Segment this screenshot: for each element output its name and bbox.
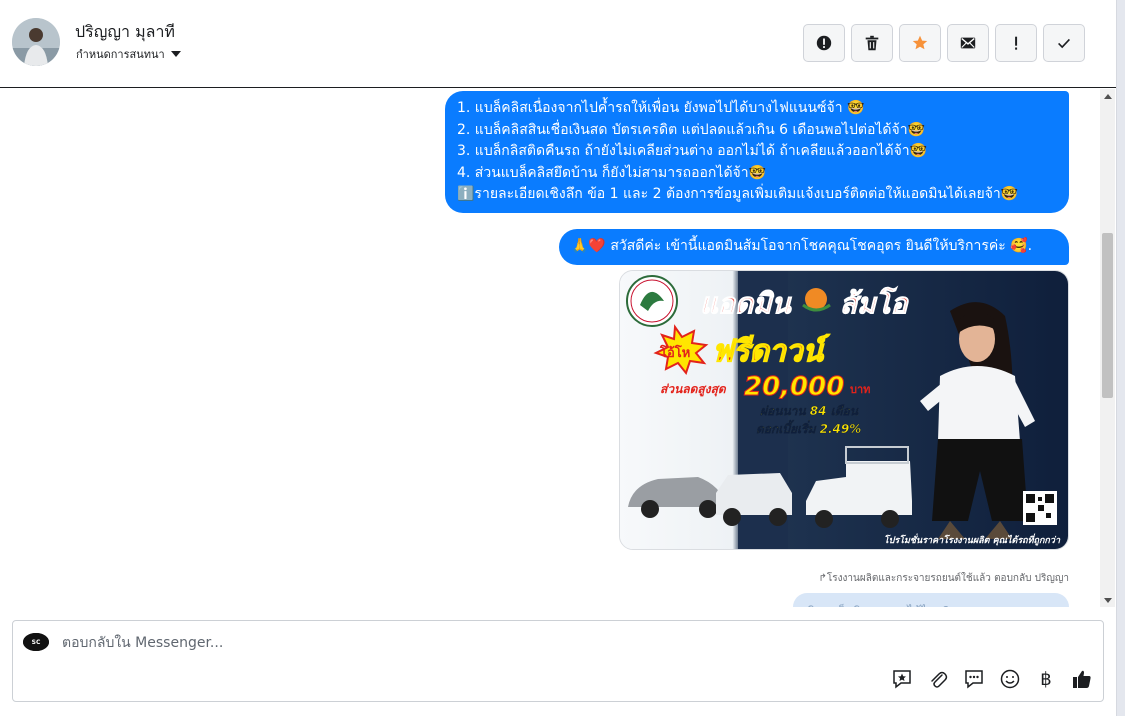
payment-button[interactable]: ฿ (1035, 668, 1057, 690)
promo-discount-label: ส่วนลดสูงสุด (660, 382, 727, 397)
envelope-icon (960, 37, 976, 49)
conversation-status-label: กำหนดการสนทนา (76, 48, 165, 61)
smiley-icon (1000, 669, 1020, 689)
promo-badge-text: โอ้โห (659, 344, 690, 361)
promo-name: ส้มโอ (840, 286, 910, 320)
thumbs-up-icon (1073, 670, 1091, 688)
message-bubble-greeting[interactable]: 🙏❤️ สวัสดีค่ะ เข้านี้แอดมินส้มโอจากโชคคุ… (559, 229, 1069, 265)
contact-name[interactable]: ปริญญา มุลาที (75, 20, 175, 45)
star-chat-icon (893, 670, 911, 689)
message-line: 2. แบล็คลิสสินเชื่อเงินสด บัตรเครดิต แต่… (457, 121, 926, 138)
alert-circle-icon (816, 35, 832, 51)
quick-replies-button[interactable] (963, 668, 985, 690)
like-button[interactable] (1071, 668, 1093, 690)
attach-button[interactable] (927, 668, 949, 690)
saved-replies-button[interactable] (891, 668, 913, 690)
report-button[interactable] (803, 24, 845, 62)
caret-down-icon (170, 51, 181, 57)
reply-input[interactable] (62, 633, 762, 653)
exclamation-icon (1015, 36, 1018, 50)
promo-installment: ผ่อนนาน 84 เดือน (760, 404, 859, 418)
star-button[interactable] (899, 24, 941, 62)
promo-headline: แอดมิน (700, 287, 793, 320)
messenger-conversation: ปริญญา มุลาที กำหนดการสนทนา 1. แบล็คลิสเ… (0, 0, 1125, 716)
dealer-logo (626, 275, 678, 327)
header-actions (803, 24, 1085, 62)
qr-code-icon (1023, 491, 1057, 525)
star-icon (912, 35, 928, 50)
message-line: ℹ️รายละเอียดเชิงลึก ข้อ 1 และ 2 ต้องการข… (457, 186, 1019, 202)
composer-tools: ฿ (891, 668, 1093, 690)
reply-meta-note: ↱โรงงานผลิตและกระจายรถยนต์ใช้แล้ว ตอบกลั… (818, 573, 1069, 584)
mark-unread-button[interactable] (947, 24, 989, 62)
chat-bubble-icon (965, 670, 983, 689)
message-bubble-blacklist-info[interactable]: 1. แบล็คลิสเนื่องจากไปค้ำรถให้เพื่อน ยัง… (445, 91, 1069, 213)
page-avatar: SC (23, 633, 49, 651)
promo-image[interactable]: แอดมิน ส้มโอ โอ้โห ฟรีดาวน์ ส่วนลดสูงสุด… (619, 270, 1069, 550)
promo-discount-value: 20,000 (744, 372, 844, 402)
emoji-button[interactable] (999, 668, 1021, 690)
thread-scrollbar[interactable] (1100, 89, 1115, 607)
message-line: 3. แบล็กลิสติดคืนรถ ถ้ายังไม่เคลียส่วนต่… (457, 143, 928, 159)
baht-icon: ฿ (1040, 668, 1052, 689)
promo-offer: ฟรีดาวน์ (712, 334, 830, 369)
conversation-status-dropdown[interactable]: กำหนดการสนทนา (76, 45, 181, 63)
delete-button[interactable] (851, 24, 893, 62)
checkmark-icon (1058, 38, 1070, 49)
contact-avatar[interactable] (12, 18, 60, 66)
trash-icon (865, 35, 879, 51)
message-bubble-partial[interactable]: ติดแบล็คลิส ออกรถได้ไหม? (793, 593, 1069, 607)
important-button[interactable] (995, 24, 1037, 62)
message-line: 1. แบล็คลิสเนื่องจากไปค้ำรถให้เพื่อน ยัง… (457, 100, 865, 116)
scroll-up-arrow-icon[interactable] (1100, 89, 1115, 103)
window-edge (1116, 0, 1125, 716)
scroll-down-arrow-icon[interactable] (1100, 593, 1115, 607)
promo-discount-unit: บาท (850, 383, 870, 396)
scrollbar-thumb[interactable] (1102, 233, 1113, 398)
promo-interest: ดอกเบี้ยเริ่ม 2.49% (756, 420, 861, 436)
done-button[interactable] (1043, 24, 1085, 62)
reply-composer: SC ฿ (12, 620, 1104, 702)
page-avatar-label: SC (32, 639, 41, 646)
conversation-header: ปริญญา มุลาที กำหนดการสนทนา (0, 0, 1116, 88)
paperclip-icon (931, 671, 948, 688)
message-line: 4. ส่วนแบล็คลิสยึดบ้าน ก็ยังไม่สามารถออก… (457, 164, 767, 181)
message-thread: 1. แบล็คลิสเนื่องจากไปค้ำรถให้เพื่อน ยัง… (0, 89, 1100, 607)
